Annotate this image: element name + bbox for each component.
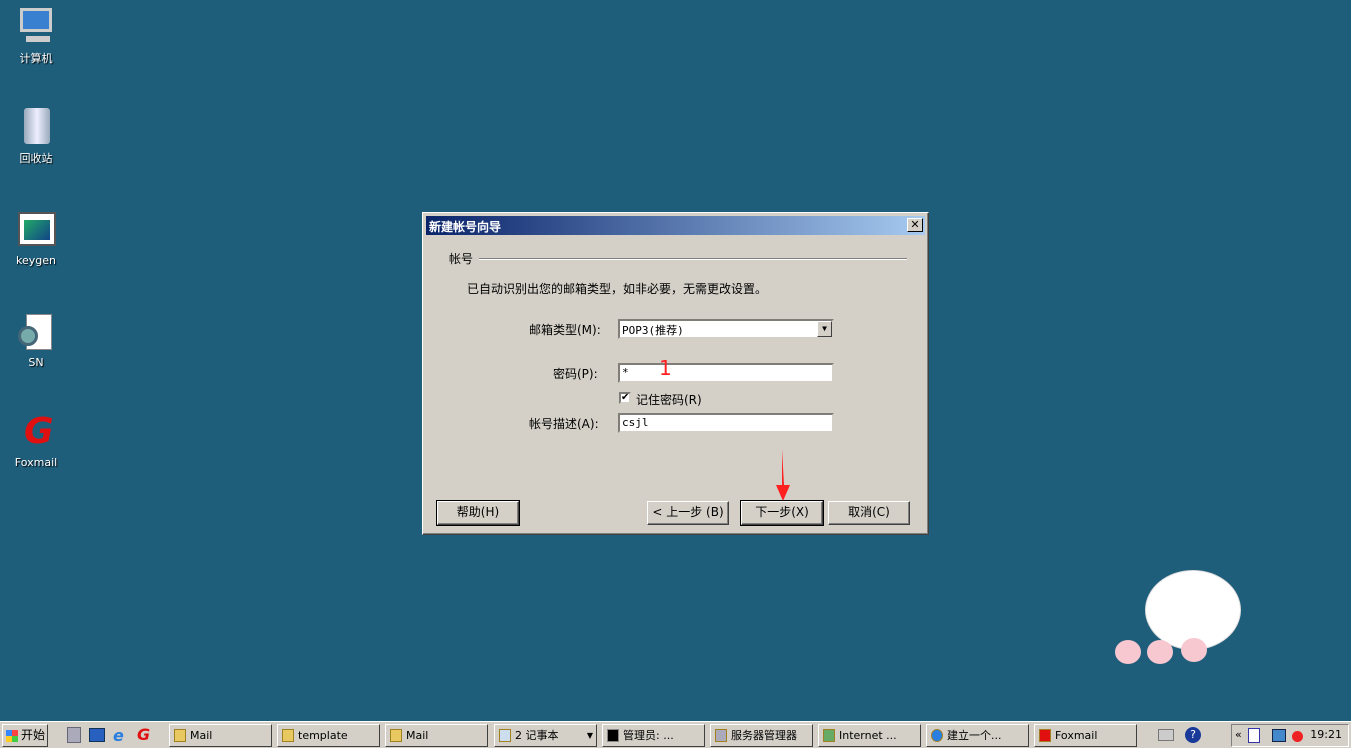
desktop-icon-foxmail[interactable]: G Foxmail xyxy=(0,411,72,470)
new-account-wizard-dialog: 新建帐号向导 ✕ 帐号 已自动识别出您的邮箱类型，如非必要，无需更改设置。 邮箱类… xyxy=(422,212,929,535)
hint-text: 已自动识别出您的邮箱类型，如非必要，无需更改设置。 xyxy=(467,282,768,296)
server-icon xyxy=(715,729,727,742)
task-cmd[interactable]: 管理员: ... xyxy=(602,724,705,747)
system-tray: « 19:21 xyxy=(1231,724,1349,747)
volume-muted-icon[interactable] xyxy=(1292,731,1303,742)
quick-launch-ie-icon[interactable]: e xyxy=(113,726,124,745)
folder-icon xyxy=(390,729,402,742)
icon-label: Foxmail xyxy=(14,456,58,469)
task-label: 建立一个... xyxy=(947,729,1002,742)
section-divider xyxy=(479,258,907,260)
section-title: 帐号 xyxy=(449,252,474,266)
task-label: template xyxy=(298,729,348,742)
desktop-icon-computer[interactable]: 计算机 xyxy=(0,6,72,66)
task-ie[interactable]: 建立一个... xyxy=(926,724,1029,747)
task-internet[interactable]: Internet ... xyxy=(818,724,921,747)
desktop-icon-keygen[interactable]: keygen xyxy=(0,210,72,267)
clock[interactable]: 19:21 xyxy=(1310,728,1342,741)
task-label: Internet ... xyxy=(839,729,897,742)
windows-logo-icon xyxy=(6,730,18,742)
desktop-icon-recycle-bin[interactable]: 回收站 xyxy=(0,106,72,166)
input-method-icon[interactable] xyxy=(1248,728,1260,743)
keyboard-icon[interactable] xyxy=(1158,729,1174,741)
mailbox-type-value: POP3(推荐) xyxy=(622,324,684,337)
tray-expand-icon[interactable]: « xyxy=(1235,728,1242,741)
foxmail-shortcut-icon: G xyxy=(24,411,54,452)
icon-label: SN xyxy=(28,356,44,369)
icon-label: keygen xyxy=(16,254,56,267)
account-desc-value: csjl xyxy=(622,416,649,429)
chevron-down-icon: ▼ xyxy=(586,731,593,740)
task-label: 2 记事本 xyxy=(515,729,559,742)
help-button[interactable]: 帮助(H) xyxy=(436,500,520,526)
network-icon xyxy=(823,729,835,742)
mailbox-type-label: 邮箱类型(M): xyxy=(529,323,601,337)
desktop-icon-sn[interactable]: SN xyxy=(0,312,72,369)
app-window-icon xyxy=(16,210,56,250)
settings-file-icon xyxy=(16,312,56,352)
remember-password-label: 记住密码(R) xyxy=(636,393,702,407)
help-icon[interactable]: ? xyxy=(1185,727,1201,743)
start-label: 开始 xyxy=(21,728,46,742)
title-bar: 新建帐号向导 ✕ xyxy=(426,216,925,235)
cmd-icon xyxy=(607,729,619,742)
task-foxmail[interactable]: Foxmail xyxy=(1034,724,1137,747)
network-status-icon[interactable] xyxy=(1272,729,1286,742)
computer-icon xyxy=(16,6,56,46)
dialog-title: 新建帐号向导 xyxy=(429,220,502,234)
back-button[interactable]: < 上一步 (B) xyxy=(647,501,729,525)
mascot-sticker xyxy=(1115,560,1245,670)
task-template[interactable]: template xyxy=(277,724,380,747)
foxmail-icon xyxy=(1039,729,1051,742)
quick-launch-foxmail-icon[interactable]: G xyxy=(137,725,150,744)
next-button[interactable]: 下一步(X) xyxy=(740,500,824,526)
annotation-number: 1 xyxy=(659,356,672,380)
task-label: Mail xyxy=(406,729,429,742)
icon-label: 回收站 xyxy=(19,152,53,165)
task-label: Mail xyxy=(190,729,213,742)
task-mail-1[interactable]: Mail xyxy=(169,724,272,747)
notepad-icon xyxy=(499,729,511,742)
task-label: Foxmail xyxy=(1055,729,1098,742)
folder-icon xyxy=(282,729,294,742)
task-notepad-group[interactable]: 2 记事本 ▼ xyxy=(494,724,597,747)
task-mail-2[interactable]: Mail xyxy=(385,724,488,747)
icon-label: 计算机 xyxy=(19,52,53,65)
password-field[interactable]: * xyxy=(618,363,834,383)
folder-icon xyxy=(174,729,186,742)
task-label: 管理员: ... xyxy=(623,729,674,742)
account-desc-label: 帐号描述(A): xyxy=(529,417,599,431)
remember-password-checkbox[interactable]: ✔ xyxy=(619,392,631,404)
ie-icon xyxy=(931,729,943,742)
task-server-manager[interactable]: 服务器管理器 xyxy=(710,724,813,747)
taskbar: 开始 e G Mail template Mail 2 记事本 ▼ 管理员: ..… xyxy=(0,721,1351,748)
start-button[interactable]: 开始 xyxy=(2,724,48,747)
password-value: * xyxy=(622,366,629,379)
recycle-bin-icon xyxy=(16,106,56,146)
quick-launch-desktop-icon[interactable] xyxy=(89,728,105,742)
annotation-arrow-icon xyxy=(776,449,790,501)
account-desc-field[interactable]: csjl xyxy=(618,413,834,433)
task-label: 服务器管理器 xyxy=(731,729,797,742)
mailbox-type-select[interactable]: POP3(推荐) ▼ xyxy=(618,319,834,339)
cancel-button[interactable]: 取消(C) xyxy=(828,501,910,525)
password-label: 密码(P): xyxy=(553,367,598,381)
close-button[interactable]: ✕ xyxy=(907,218,923,232)
chevron-down-icon[interactable]: ▼ xyxy=(817,321,832,337)
quick-launch-server-icon[interactable] xyxy=(67,727,81,743)
